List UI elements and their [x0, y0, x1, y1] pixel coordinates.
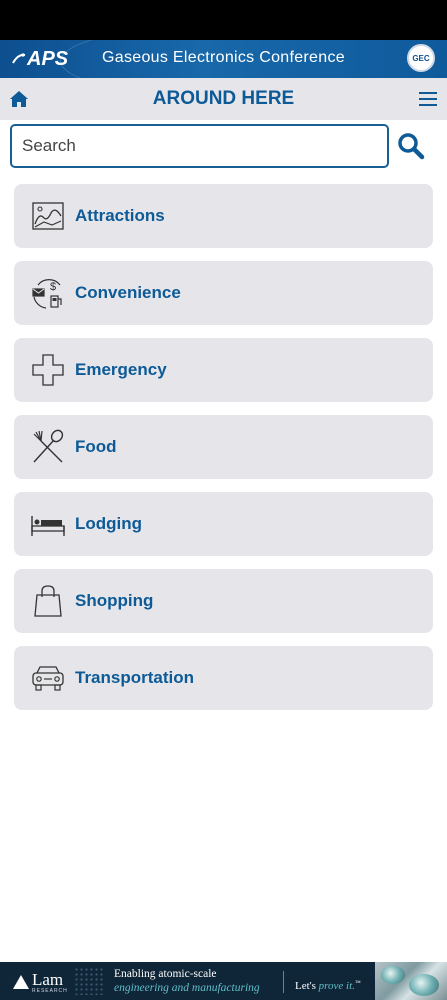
status-bar	[0, 0, 447, 40]
ad-image-shape	[381, 966, 405, 984]
gec-logo: GEC	[407, 44, 435, 72]
ad-image-shape	[409, 974, 439, 996]
convenience-services-icon: $	[32, 279, 62, 309]
svg-text:$: $	[50, 281, 56, 293]
category-label: Attractions	[75, 206, 165, 225]
category-label: Transportation	[75, 668, 195, 687]
ad-cta-emphasis: prove it.	[318, 980, 355, 992]
ad-subheadline: engineering and manufacturing	[114, 982, 260, 994]
search-input[interactable]	[10, 124, 389, 168]
category-lodging[interactable]: Lodging	[14, 492, 433, 556]
category-list: Attractions $ Convenience Emergency Food…	[14, 184, 433, 723]
fork-spoon-icon	[33, 429, 64, 463]
ad-cta-prefix: Let's	[295, 980, 319, 992]
category-label: Convenience	[75, 283, 181, 302]
ad-brand-sub: RESEARCH	[32, 988, 68, 994]
ad-divider	[283, 971, 284, 993]
ad-dot-pattern	[74, 967, 104, 995]
category-label: Emergency	[75, 360, 167, 379]
category-food[interactable]: Food	[14, 415, 433, 479]
conference-banner: APS Gaseous Electronics Conference GEC	[0, 40, 447, 78]
lam-triangle-icon	[13, 975, 29, 989]
bed-icon	[31, 516, 65, 536]
ad-headline: Enabling atomic-scale	[114, 968, 217, 980]
category-label: Food	[75, 437, 117, 456]
nav-bar: AROUND HERE	[0, 78, 447, 120]
category-convenience[interactable]: $ Convenience	[14, 261, 433, 325]
ad-brand: Lam	[32, 970, 64, 989]
category-emergency[interactable]: Emergency	[14, 338, 433, 402]
category-transportation[interactable]: Transportation	[14, 646, 433, 710]
medical-cross-icon	[32, 354, 64, 386]
ad-banner[interactable]: Lam RESEARCH Enabling atomic-scale engin…	[0, 962, 447, 1000]
ad-cta-trademark: ™	[354, 980, 361, 987]
ad-wafer-image	[375, 962, 447, 1000]
category-attractions[interactable]: Attractions	[14, 184, 433, 248]
page-title: AROUND HERE	[152, 88, 295, 109]
car-icon	[32, 666, 64, 691]
gec-logo-text: GEC	[412, 53, 430, 63]
category-shopping[interactable]: Shopping	[14, 569, 433, 633]
picture-frame-icon	[32, 202, 64, 230]
category-label: Shopping	[75, 591, 154, 610]
ad-cta: Let's prove it.™	[295, 980, 361, 992]
conference-title: Gaseous Electronics Conference	[102, 49, 345, 66]
shopping-bag-icon	[34, 585, 62, 617]
lam-research-logo: Lam RESEARCH	[12, 970, 68, 994]
category-label: Lodging	[75, 514, 143, 533]
search-icon[interactable]	[397, 132, 425, 160]
hamburger-menu-icon[interactable]	[419, 90, 437, 108]
